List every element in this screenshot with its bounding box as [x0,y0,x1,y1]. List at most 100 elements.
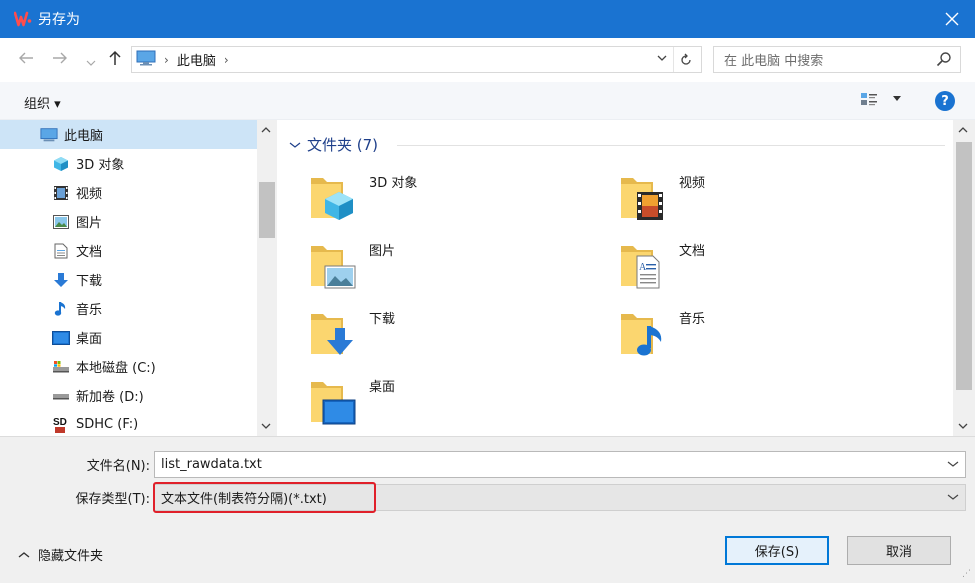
sidebar-item-documents[interactable]: 文档 [0,236,257,265]
cancel-button[interactable]: 取消 [847,536,951,565]
window-title: 另存为 [38,12,80,28]
organize-button[interactable]: 组织 ▾ [24,93,61,112]
arrow-right-icon [53,52,67,64]
filename-label-wrap: 文件名(N): [0,451,150,478]
resize-grip-icon[interactable]: ⋰ [962,569,971,579]
search-icon[interactable] [936,51,952,71]
music-icon [52,300,70,318]
video-folder-icon [619,172,667,226]
back-button[interactable] [18,50,34,69]
folder-label: 文档 [679,244,706,259]
sidebar-item-label: 新加卷 (D:) [76,390,144,405]
folder-tile-desktop[interactable]: 桌面 [309,376,569,436]
sidebar-item-music[interactable]: 音乐 [0,294,257,323]
scroll-up-icon[interactable] [261,124,271,137]
cube-folder-icon [309,172,357,226]
desktop-folder-icon [309,376,357,430]
picture-icon [52,213,70,231]
help-button[interactable]: ? [935,91,955,111]
download-folder-icon [309,308,357,362]
folder-label: 图片 [369,244,396,259]
sd-card-icon: SD [52,416,70,434]
sidebar-item-label: 桌面 [76,332,103,347]
scrollbar-thumb[interactable] [259,182,275,238]
help-icon: ? [941,93,949,109]
sidebar-item-label: 音乐 [76,303,103,318]
folder-tile-documents[interactable]: A 文档 [619,240,879,300]
sidebar-scrollbar[interactable] [257,120,277,436]
scroll-up-icon[interactable] [958,124,968,137]
sidebar-item-drive-d[interactable]: 新加卷 (D:) [0,381,257,410]
breadcrumb-this-pc[interactable]: 此电脑 [177,50,216,69]
sidebar-item-downloads[interactable]: 下载 [0,265,257,294]
document-icon [52,242,70,260]
download-icon [52,271,70,289]
computer-icon [136,50,156,70]
hide-folders-label: 隐藏文件夹 [38,549,104,564]
group-header-folders[interactable]: 文件夹 (7) [289,134,378,155]
filename-label: 文件名(N): [86,459,150,474]
content-scrollbar[interactable] [953,120,975,436]
chevron-down-icon [947,461,959,467]
filename-field[interactable]: list_rawdata.txt [154,451,966,478]
file-list-pane[interactable]: 文件夹 (7) 3D 对象 视频 图片 A 文档 下载 音乐 桌面 [277,120,953,436]
folder-tile-pictures[interactable]: 图片 [309,240,569,300]
sidebar-item-this-pc[interactable]: 此电脑 [0,120,257,149]
scroll-down-icon[interactable] [261,420,271,433]
folder-tile-videos[interactable]: 视频 [619,172,879,232]
address-bar[interactable]: › 此电脑 › [131,46,702,73]
filetype-dropdown-button[interactable] [947,490,959,504]
title-bar: 另存为 [0,0,975,38]
group-divider [397,145,945,146]
group-header-label: 文件夹 (7) [307,136,379,154]
sidebar-item-drive-c[interactable]: 本地磁盘 (C:) [0,352,257,381]
folder-tile-music[interactable]: 音乐 [619,308,879,368]
search-box[interactable]: 在 此电脑 中搜索 [713,46,961,73]
arrow-up-icon [109,50,121,65]
document-folder-icon: A [619,240,667,294]
refresh-icon [680,53,691,65]
save-button-label: 保存(S) [754,545,800,560]
sidebar-item-desktop[interactable]: 桌面 [0,323,257,352]
drive-icon [52,387,70,405]
navigation-pane[interactable]: 此电脑 3D 对象 视频 图片 文档 下载 音乐 桌面 本地磁盘 (C:) 新加… [0,120,277,436]
folder-tile-downloads[interactable]: 下载 [309,308,569,368]
filename-dropdown-button[interactable] [947,457,959,471]
sidebar-item-3d-objects[interactable]: 3D 对象 [0,149,257,178]
cube-icon [52,155,70,173]
sidebar-item-label: 3D 对象 [76,158,125,173]
sidebar-item-label: 本地磁盘 (C:) [76,361,156,376]
folder-label: 桌面 [369,380,396,395]
refresh-button[interactable] [673,47,697,72]
forward-button[interactable] [52,50,68,69]
video-icon [52,184,70,202]
recent-locations-button[interactable] [86,52,96,71]
filetype-label-wrap: 保存类型(T): [0,484,150,511]
save-button[interactable]: 保存(S) [725,536,829,565]
breadcrumb-separator[interactable]: › [224,53,229,67]
music-folder-icon [619,308,667,362]
filetype-label: 保存类型(T): [75,492,150,507]
arrow-left-icon [19,52,33,64]
folder-tile-3d-objects[interactable]: 3D 对象 [309,172,569,232]
sidebar-item-label: 文档 [76,245,103,260]
sidebar-item-videos[interactable]: 视频 [0,178,257,207]
search-input[interactable]: 在 此电脑 中搜索 [724,50,823,69]
chevron-down-icon [893,96,901,101]
sidebar-item-sdhc-f[interactable]: SD SDHC (F:) [0,410,257,436]
desktop-icon [52,329,70,347]
change-view-button[interactable] [860,91,902,107]
close-button[interactable] [929,0,975,38]
sidebar-item-label: 此电脑 [64,129,104,144]
breadcrumb-separator: › [164,52,169,67]
picture-folder-icon [309,240,357,294]
sidebar-item-pictures[interactable]: 图片 [0,207,257,236]
drive-icon [52,358,70,376]
scroll-down-icon[interactable] [958,420,968,433]
filename-input[interactable]: list_rawdata.txt [161,457,262,472]
scrollbar-thumb[interactable] [956,142,972,390]
chevron-down-icon [947,494,959,500]
hide-folders-button[interactable]: 隐藏文件夹 [18,545,103,564]
up-button[interactable] [108,50,122,70]
address-dropdown-button[interactable] [657,51,667,65]
